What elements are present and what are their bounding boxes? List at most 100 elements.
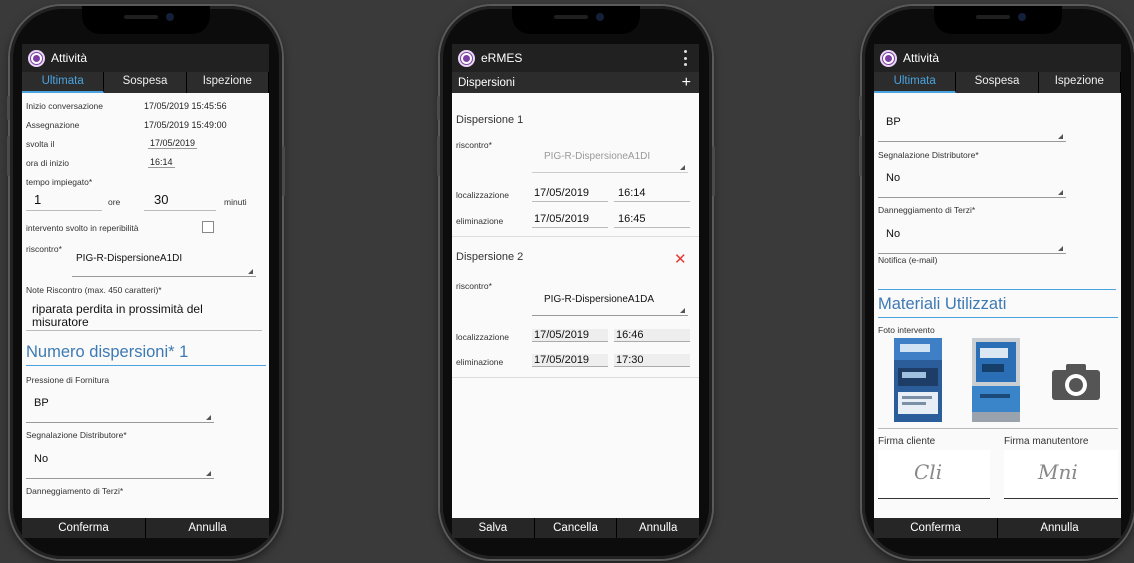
salva-button[interactable]: Salva	[452, 518, 535, 538]
tab-ultimata[interactable]: Ultimata	[874, 72, 957, 93]
segnalazione-dropdown[interactable]	[878, 183, 1066, 198]
app-bar: Attività	[22, 44, 269, 72]
camera-icon[interactable]	[1050, 362, 1102, 402]
bottom-bar: Conferma Annulla	[874, 518, 1121, 538]
tab-ultimata[interactable]: Ultimata	[22, 72, 105, 93]
tab-ispezione[interactable]: Ispezione	[1039, 72, 1121, 93]
riscontro-label: riscontro*	[26, 244, 62, 254]
app-title: Attività	[51, 51, 88, 65]
firma-cliente-signature: Cli	[914, 460, 943, 484]
app-bar: eRMES	[452, 44, 699, 72]
dispersione-1-title: Dispersione 1	[456, 114, 524, 126]
ora-time-field[interactable]: 16:14	[148, 157, 175, 168]
app-logo-icon	[28, 49, 45, 67]
d1-loc-label: localizzazione	[456, 190, 509, 200]
annulla-button[interactable]: Annulla	[146, 518, 269, 538]
danneggiamento-dropdown[interactable]	[878, 239, 1066, 254]
add-icon[interactable]: +	[682, 74, 691, 91]
minuti-label: minuti	[224, 197, 247, 207]
danneggiamento-label: Danneggiamento di Terzi*	[26, 486, 124, 496]
phone-2: eRMES Dispersioni + Dispersione 1 riscon…	[437, 6, 715, 559]
phone-1: Attività Ultimata Sospesa Ispezione Iniz…	[7, 6, 285, 559]
riscontro-dropdown[interactable]	[72, 262, 256, 277]
sub-bar: Dispersioni +	[452, 72, 699, 93]
d2-loc-label: localizzazione	[456, 332, 509, 342]
app-logo-icon	[458, 49, 475, 67]
app-logo-icon	[880, 49, 897, 67]
notch	[934, 6, 1062, 34]
notifica-label: Notifica (e-mail)	[878, 255, 938, 265]
firma-cliente-label: Firma cliente	[878, 436, 936, 447]
assegnazione-value: 17/05/2019 15:49:00	[144, 120, 227, 130]
tab-bar: Ultimata Sospesa Ispezione	[874, 72, 1121, 93]
assegnazione-label: Assegnazione	[26, 120, 80, 130]
annulla-button[interactable]: Annulla	[617, 518, 699, 538]
pressione-label: Pressione di Fornitura	[26, 375, 110, 385]
ora-label: ora di inizio	[26, 158, 69, 168]
foto-intervento-2[interactable]	[972, 338, 1020, 422]
d2-loc-time[interactable]: 16:46	[614, 329, 690, 342]
cancella-button[interactable]: Cancella	[535, 518, 618, 538]
ore-label: ore	[108, 197, 121, 207]
dispersioni-heading: Numero dispersioni* 1	[26, 343, 189, 361]
d2-riscontro-label: riscontro*	[456, 281, 492, 291]
pressione-dropdown[interactable]	[878, 127, 1066, 142]
conferma-button[interactable]: Conferma	[874, 518, 998, 538]
d2-elim-time[interactable]: 17:30	[614, 354, 690, 367]
close-icon[interactable]: ✕	[674, 250, 687, 268]
d1-riscontro-label: riscontro*	[456, 140, 492, 150]
tab-bar: Ultimata Sospesa Ispezione	[22, 72, 269, 93]
dispersione-2-title: Dispersione 2	[456, 251, 524, 263]
more-vert-icon[interactable]	[684, 50, 687, 66]
screen-attivita: Attività Ultimata Sospesa Ispezione Iniz…	[22, 44, 269, 538]
firma-manutentore-pad[interactable]: Mni	[1004, 450, 1118, 499]
app-bar: Attività	[874, 44, 1121, 72]
firma-manutentore-signature: Mni	[1038, 460, 1078, 484]
d2-elim-date[interactable]: 17/05/2019	[532, 354, 608, 367]
firma-manutentore-label: Firma manutentore	[1004, 436, 1089, 447]
segnalazione-dropdown[interactable]	[26, 464, 214, 479]
tab-ispezione[interactable]: Ispezione	[187, 72, 269, 93]
d1-elim-date[interactable]: 17/05/2019	[534, 213, 589, 225]
pressione-dropdown[interactable]	[26, 408, 214, 423]
note-line-1[interactable]: riparata perdita in prossimità del	[32, 302, 203, 316]
d2-loc-date[interactable]: 17/05/2019	[532, 329, 608, 342]
d1-elim-time[interactable]: 16:45	[618, 213, 646, 225]
foto-label: Foto intervento	[878, 325, 935, 335]
minuti-input[interactable]: 30	[154, 192, 168, 207]
inizio-value: 17/05/2019 15:45:56	[144, 101, 227, 111]
reperibilita-label: intervento svolto in reperibilità	[26, 223, 139, 233]
annulla-button[interactable]: Annulla	[998, 518, 1121, 538]
foto-intervento-1[interactable]	[894, 338, 942, 422]
segnalazione-label: Segnalazione Distributore*	[878, 150, 979, 160]
danneggiamento-label: Danneggiamento di Terzi*	[878, 205, 976, 215]
inizio-label: Inizio conversazione	[26, 101, 104, 111]
segnalazione-label: Segnalazione Distributore*	[26, 430, 127, 440]
reperibilita-checkbox[interactable]	[202, 221, 214, 233]
d1-elim-label: eliminazione	[456, 216, 504, 226]
d1-loc-time[interactable]: 16:14	[618, 187, 646, 199]
screen-attivita-materiali: Attività Ultimata Sospesa Ispezione BP S…	[874, 44, 1121, 538]
notch	[512, 6, 640, 34]
tab-sospesa[interactable]: Sospesa	[104, 72, 187, 93]
app-title: Attività	[903, 51, 940, 65]
bottom-bar: Conferma Annulla	[22, 518, 269, 538]
note-label: Note Riscontro (max. 450 caratteri)*	[26, 285, 162, 295]
section-title: Dispersioni	[458, 76, 515, 89]
notch	[82, 6, 210, 34]
svolta-date-field[interactable]: 17/05/2019	[148, 138, 198, 149]
conferma-button[interactable]: Conferma	[22, 518, 146, 538]
d1-loc-date[interactable]: 17/05/2019	[534, 187, 589, 199]
note-line-2[interactable]: misuratore	[32, 315, 89, 329]
d1-riscontro-dropdown[interactable]	[532, 158, 688, 173]
notifica-input[interactable]	[878, 289, 1116, 290]
ore-input[interactable]: 1	[34, 192, 41, 207]
d2-elim-label: eliminazione	[456, 357, 504, 367]
tab-sospesa[interactable]: Sospesa	[956, 72, 1039, 93]
d2-riscontro-dropdown[interactable]	[532, 301, 688, 316]
bottom-bar: Salva Cancella Annulla	[452, 518, 699, 538]
app-title: eRMES	[481, 51, 523, 65]
firma-cliente-pad[interactable]: Cli	[878, 450, 990, 499]
svolta-label: svolta il	[26, 139, 55, 149]
tempo-label: tempo impiegato*	[26, 177, 93, 187]
